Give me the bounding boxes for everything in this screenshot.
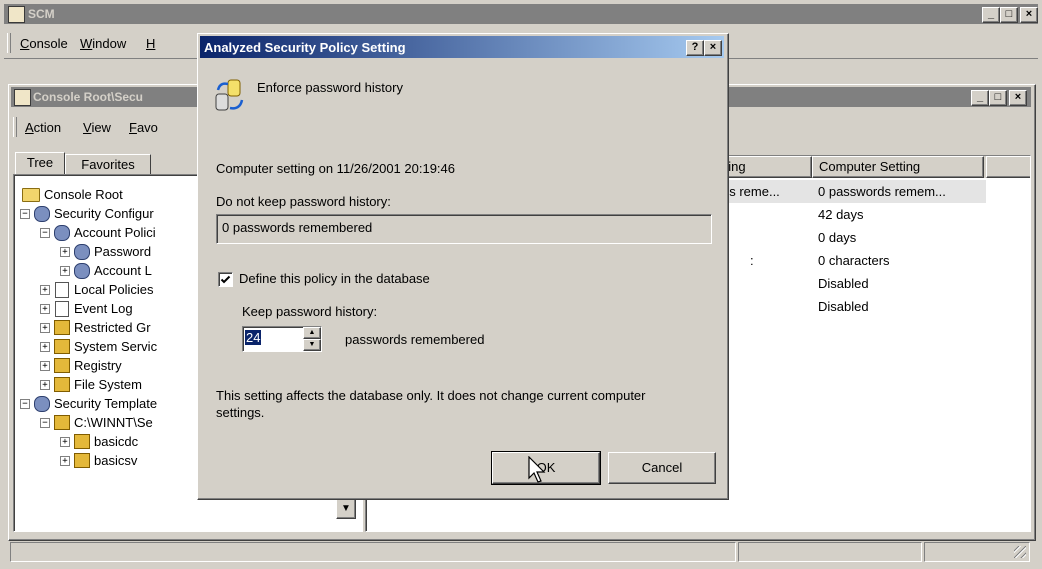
expander-plus-icon[interactable]: + <box>40 285 50 295</box>
menubar-gripper[interactable] <box>7 33 11 53</box>
current-setting-field: 0 passwords remembered <box>216 214 712 244</box>
tree-item-label: Account Polici <box>74 225 156 240</box>
expander-minus-icon[interactable]: − <box>40 228 50 238</box>
spin-down-button[interactable]: ▼ <box>303 339 321 351</box>
status-bar <box>8 540 1034 564</box>
folder-icon <box>22 188 40 202</box>
keep-history-spin-input[interactable]: 24 ▲ ▼ <box>242 326 322 352</box>
status-pane-main <box>10 542 736 562</box>
spin-up-button[interactable]: ▲ <box>303 327 321 339</box>
cancel-button[interactable]: Cancel <box>608 452 716 484</box>
security-templates-icon <box>34 396 50 412</box>
dialog-close-button[interactable]: × <box>704 40 722 56</box>
resize-grip-icon[interactable] <box>1014 546 1026 558</box>
child-maximize-button[interactable]: □ <box>989 90 1007 106</box>
policy-icon <box>54 225 70 241</box>
policy-icon <box>74 244 90 260</box>
menu-window[interactable]: Window <box>80 34 126 54</box>
menu-console[interactable]: Console <box>20 34 68 54</box>
dialog-title-bar[interactable]: Analyzed Security Policy Setting ? × <box>200 36 724 58</box>
child-minimize-button[interactable]: _ <box>971 90 989 106</box>
define-policy-checkbox[interactable] <box>218 272 233 287</box>
column-filler <box>986 156 1030 178</box>
define-policy-label[interactable]: Define this policy in the database <box>239 271 430 286</box>
policy-dialog: Analyzed Security Policy Setting ? × Enf… <box>197 33 729 500</box>
help-button[interactable]: ? <box>686 40 704 56</box>
tree-item-label: Account L <box>94 263 152 278</box>
keep-history-label: Keep password history: <box>242 304 378 319</box>
child-title: Console Root\Secu <box>33 90 144 104</box>
tree-item-label: Password <box>94 244 152 259</box>
event-log-icon <box>55 301 69 317</box>
template-folder-icon <box>54 415 70 430</box>
tree-item-label: File System <box>74 377 142 392</box>
tree-item-label: C:\WINNT\Se <box>74 415 153 430</box>
scm-title: SCM <box>28 7 55 21</box>
local-policy-icon <box>55 282 69 298</box>
tree-item-label: Event Log <box>74 301 133 316</box>
tree-scroll-down-button[interactable]: ▼ <box>336 499 356 519</box>
tree-item-label: System Servic <box>74 339 158 354</box>
scm-title-bar[interactable]: SCM _ □ × <box>4 4 1038 24</box>
dialog-title: Analyzed Security Policy Setting <box>204 40 406 55</box>
registry-icon <box>54 358 70 373</box>
policy-name: Enforce password history <box>257 80 403 95</box>
keep-history-suffix: passwords remembered <box>345 332 485 347</box>
expander-plus-icon[interactable]: + <box>60 247 70 257</box>
mouse-pointer-icon <box>528 456 546 483</box>
menu-help[interactable]: H <box>146 34 155 54</box>
template-icon <box>74 453 90 468</box>
menu-favorites[interactable]: Favo <box>129 118 158 138</box>
tree-item-label: Local Policies <box>74 282 154 297</box>
expander-plus-icon[interactable]: + <box>40 361 50 371</box>
expander-minus-icon[interactable]: − <box>20 209 30 219</box>
close-button[interactable]: × <box>1020 7 1038 23</box>
tree-item-label: Console Root <box>44 187 123 202</box>
analyze-policy-icon <box>214 78 246 114</box>
console-icon[interactable] <box>14 89 31 106</box>
tab-tree[interactable]: Tree <box>15 152 65 175</box>
keep-history-value[interactable]: 24 <box>245 330 262 345</box>
tree-item-label: Registry <box>74 358 122 373</box>
expander-plus-icon[interactable]: + <box>60 266 70 276</box>
column-computer-setting[interactable]: Computer Setting <box>812 156 984 178</box>
expander-plus-icon[interactable]: + <box>60 437 70 447</box>
expander-plus-icon[interactable]: + <box>40 304 50 314</box>
tree-item-label: Security Template <box>54 396 158 411</box>
expander-plus-icon[interactable]: + <box>60 456 70 466</box>
database-only-note: This setting affects the database only. … <box>216 388 646 420</box>
status-pane-2 <box>738 542 922 562</box>
expander-plus-icon[interactable]: + <box>40 380 50 390</box>
computer-setting-caption: Computer setting on 11/26/2001 20:19:46 <box>216 161 455 176</box>
tree-item-label: basicsv <box>94 453 138 468</box>
menu-view[interactable]: View <box>83 118 111 138</box>
security-config-icon <box>34 206 50 222</box>
tree-item-label: Restricted Gr <box>74 320 151 335</box>
minimize-button[interactable]: _ <box>982 7 1000 23</box>
tab-favorites[interactable]: Favorites <box>65 154 151 175</box>
system-services-icon <box>54 339 70 354</box>
child-menubar-gripper[interactable] <box>13 117 17 137</box>
file-system-icon <box>54 377 70 392</box>
tree-item-label: basicdc <box>94 434 139 449</box>
checkmark-icon <box>220 275 231 284</box>
maximize-button[interactable]: □ <box>1000 7 1018 23</box>
expander-plus-icon[interactable]: + <box>40 342 50 352</box>
restricted-groups-icon <box>54 320 70 335</box>
expander-minus-icon[interactable]: − <box>40 418 50 428</box>
expander-plus-icon[interactable]: + <box>40 323 50 333</box>
policy-icon <box>74 263 90 279</box>
expander-minus-icon[interactable]: − <box>20 399 30 409</box>
template-icon <box>74 434 90 449</box>
tree-item-label: Security Configur <box>54 206 154 221</box>
child-close-button[interactable]: × <box>1009 90 1027 106</box>
menu-action[interactable]: Action <box>25 118 61 138</box>
current-setting-label: Do not keep password history: <box>216 194 391 209</box>
scm-app-icon[interactable] <box>8 6 25 23</box>
